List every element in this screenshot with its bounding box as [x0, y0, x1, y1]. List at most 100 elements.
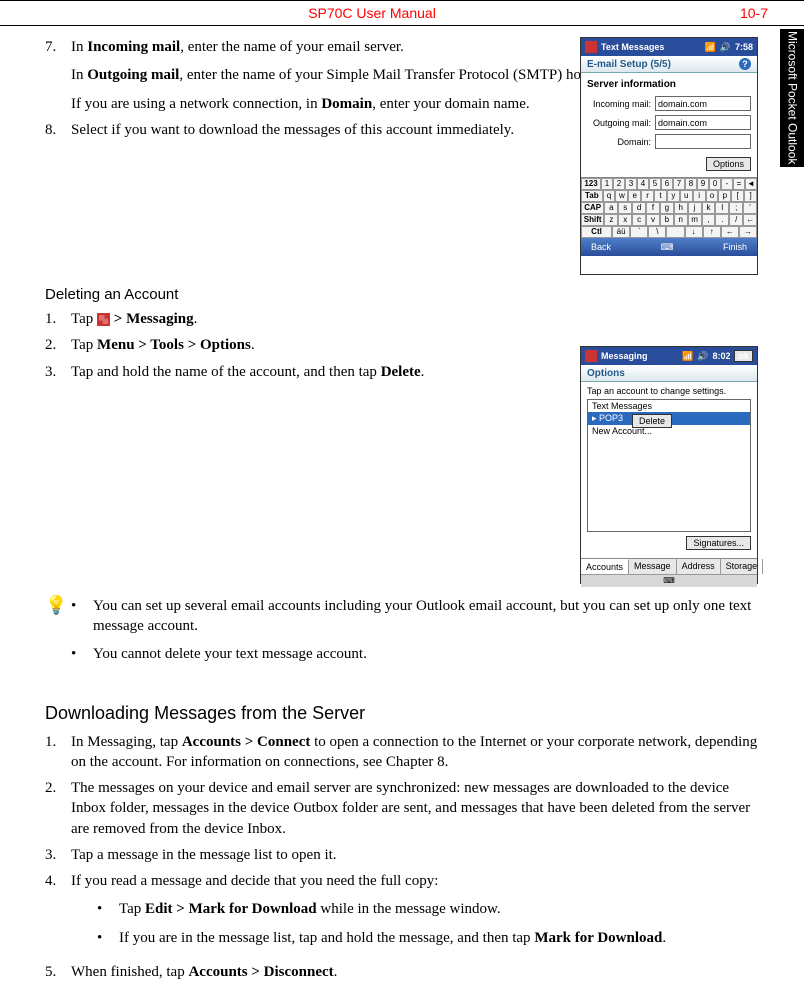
key[interactable]: g	[660, 202, 674, 214]
start-icon[interactable]	[585, 350, 597, 362]
key[interactable]: Shift	[581, 214, 604, 226]
tab[interactable]: Accounts	[581, 559, 629, 574]
key[interactable]: p	[718, 190, 731, 202]
key[interactable]: 3	[625, 178, 637, 190]
finish-button[interactable]: Finish	[723, 242, 747, 252]
key[interactable]: e	[628, 190, 641, 202]
key[interactable]: CAP	[581, 202, 604, 214]
key[interactable]: 1	[601, 178, 613, 190]
key[interactable]: 4	[637, 178, 649, 190]
context-menu-delete[interactable]: Delete	[632, 414, 672, 428]
key[interactable]: '	[743, 202, 757, 214]
sip-icon[interactable]: ⌨	[661, 242, 674, 253]
key[interactable]: n	[674, 214, 688, 226]
key[interactable]: i	[693, 190, 706, 202]
key[interactable]: y	[667, 190, 680, 202]
ok-button[interactable]: ok	[734, 350, 753, 362]
key[interactable]: ]	[744, 190, 757, 202]
key[interactable]: -	[721, 178, 733, 190]
key[interactable]: 2	[613, 178, 625, 190]
key[interactable]: ◄	[745, 178, 757, 190]
key[interactable]: .	[715, 214, 729, 226]
screenshot-email-setup: Text Messages 📶 🔊 7:58 E-mail Setup (5/5…	[580, 37, 758, 275]
key[interactable]: /	[729, 214, 743, 226]
key[interactable]: ,	[702, 214, 716, 226]
key[interactable]: c	[632, 214, 646, 226]
key[interactable]: j	[688, 202, 702, 214]
key[interactable]: ↓	[685, 226, 703, 238]
key[interactable]: f	[646, 202, 660, 214]
text-input[interactable]: domain.com	[655, 96, 751, 111]
key[interactable]: l	[715, 202, 729, 214]
start-icon[interactable]	[585, 41, 597, 53]
form-row: Domain:	[587, 134, 751, 149]
instruction-text: Tap an account to change settings.	[587, 386, 751, 396]
step-number: 5.	[45, 962, 71, 982]
tab[interactable]: Storage	[721, 559, 764, 574]
key[interactable]: h	[674, 202, 688, 214]
step-item: 4.If you read a message and decide that …	[45, 871, 759, 956]
key[interactable]: w	[615, 190, 628, 202]
text-input[interactable]	[655, 134, 751, 149]
key[interactable]: Ctl	[581, 226, 612, 238]
key[interactable]: t	[654, 190, 667, 202]
key[interactable]	[666, 226, 684, 238]
key[interactable]: [	[731, 190, 744, 202]
bullet: •	[97, 899, 119, 919]
step-number: 4.	[45, 871, 71, 956]
help-icon[interactable]: ?	[739, 58, 751, 70]
key[interactable]: 0	[709, 178, 721, 190]
key[interactable]: =	[733, 178, 745, 190]
key[interactable]: 123	[581, 178, 601, 190]
key[interactable]: m	[688, 214, 702, 226]
back-button[interactable]: Back	[591, 242, 611, 252]
key[interactable]: q	[603, 190, 616, 202]
key[interactable]: ←	[743, 214, 757, 226]
key[interactable]: a	[604, 202, 618, 214]
key[interactable]: r	[641, 190, 654, 202]
tabs[interactable]: AccountsMessageAddressStorage	[581, 558, 757, 574]
key[interactable]: u	[680, 190, 693, 202]
key[interactable]: ←	[721, 226, 739, 238]
key[interactable]: v	[646, 214, 660, 226]
key[interactable]: d	[632, 202, 646, 214]
key[interactable]: →	[739, 226, 757, 238]
step-text: When finished, tap Accounts > Disconnect…	[71, 962, 759, 982]
account-item[interactable]: Text Messages	[588, 400, 750, 412]
key[interactable]: x	[618, 214, 632, 226]
key[interactable]: 7	[673, 178, 685, 190]
key[interactable]: Tab	[581, 190, 603, 202]
step-number: 2.	[45, 335, 71, 355]
tab[interactable]: Address	[677, 559, 721, 574]
step-item: 2.The messages on your device and email …	[45, 778, 759, 839]
bullet: •	[71, 644, 93, 664]
key[interactable]: ↑	[703, 226, 721, 238]
note-text: You cannot delete your text message acco…	[93, 644, 759, 664]
note-item: •You cannot delete your text message acc…	[71, 644, 759, 664]
tab[interactable]: Message	[629, 559, 677, 574]
key[interactable]: o	[706, 190, 719, 202]
options-button[interactable]: Options	[706, 157, 751, 171]
key[interactable]: z	[604, 214, 618, 226]
wizard-step-bar: E-mail Setup (5/5) ?	[581, 56, 757, 73]
key[interactable]: áü	[612, 226, 630, 238]
key[interactable]: 6	[661, 178, 673, 190]
key[interactable]: `	[630, 226, 648, 238]
text-input[interactable]: domain.com	[655, 115, 751, 130]
key[interactable]: ;	[729, 202, 743, 214]
key[interactable]: b	[660, 214, 674, 226]
sip-bar[interactable]: ⌨	[581, 574, 757, 587]
accounts-listbox[interactable]: Text Messages▸ POP3New Account...Delete	[587, 399, 751, 532]
key[interactable]: s	[618, 202, 632, 214]
signatures-button[interactable]: Signatures...	[686, 536, 751, 550]
key[interactable]: 9	[697, 178, 709, 190]
step-item: 5.When finished, tap Accounts > Disconne…	[45, 962, 759, 982]
key[interactable]: 5	[649, 178, 661, 190]
page-header: SP70C User Manual 10-7	[0, 1, 804, 26]
titlebar-text: Text Messages	[601, 42, 664, 52]
key[interactable]: k	[702, 202, 716, 214]
key[interactable]: 8	[685, 178, 697, 190]
key[interactable]: \	[648, 226, 666, 238]
soft-keyboard[interactable]: 1231234567890-=◄Tabqwertyuiop[]CAPasdfgh…	[581, 177, 757, 238]
substep-item: •Tap Edit > Mark for Download while in t…	[97, 899, 759, 919]
